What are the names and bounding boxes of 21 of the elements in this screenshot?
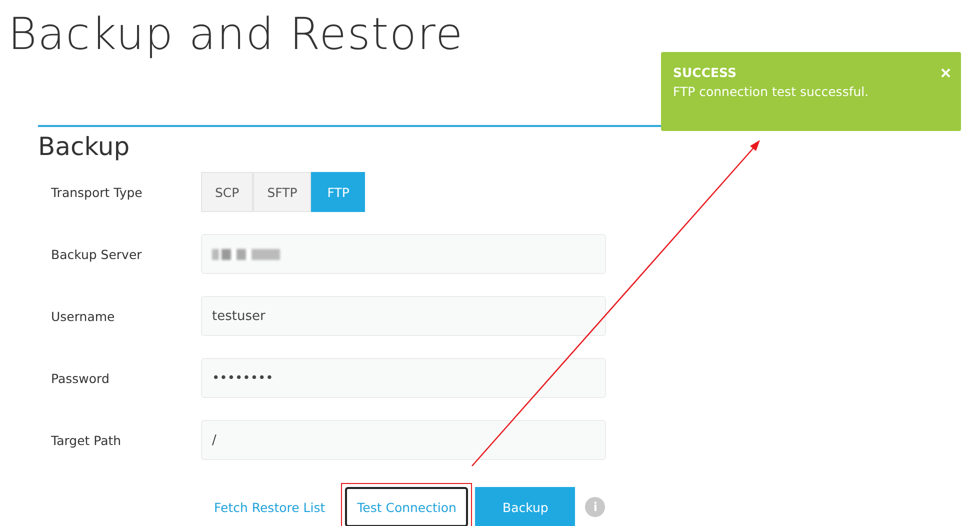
input-field[interactable]: •••••••• xyxy=(201,358,606,398)
field-label: Password xyxy=(51,370,110,386)
input-field[interactable]: / xyxy=(201,420,606,460)
input-field[interactable] xyxy=(201,234,606,274)
close-button[interactable]: × xyxy=(940,63,951,83)
section-title: Backup xyxy=(38,131,130,163)
blurred-value xyxy=(212,248,280,260)
test-button[interactable]: Test Connection xyxy=(345,487,468,526)
transport-option[interactable]: SCP xyxy=(201,172,254,212)
field-label: Transport Type xyxy=(51,184,144,200)
field-label: Username xyxy=(51,308,116,324)
toast-message: FTP connection test successful. xyxy=(673,84,869,99)
field-label: Target Path xyxy=(51,432,122,448)
transport-option[interactable]: FTP xyxy=(311,172,366,212)
input-field[interactable]: testuser xyxy=(201,296,606,336)
page-title: Backup and Restore xyxy=(8,8,464,62)
fetch-link[interactable]: Fetch Restore List xyxy=(214,500,326,514)
transport-option[interactable]: SFTP xyxy=(253,172,312,212)
field-label: Backup Server xyxy=(51,246,143,262)
backup-button[interactable]: Backup xyxy=(475,487,576,526)
toast-title: SUCCESS xyxy=(673,65,736,80)
